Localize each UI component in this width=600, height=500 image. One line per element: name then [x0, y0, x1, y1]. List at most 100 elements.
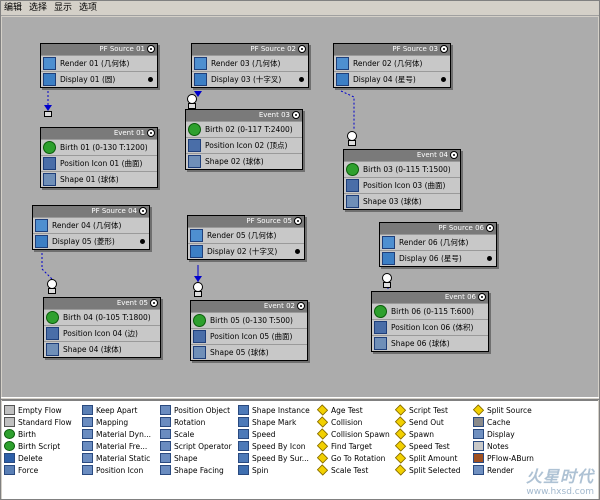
render-operator[interactable]: Render 01 (几何体): [41, 55, 157, 71]
depot-operator[interactable]: Find Target: [316, 440, 390, 452]
event-node[interactable]: Event 02 Birth 05 (0-130 T:500) Position…: [190, 300, 308, 361]
shape-operator[interactable]: Shape 02 (球体): [186, 153, 302, 169]
depot-operator[interactable]: Age Test: [316, 404, 390, 416]
pf-source-node[interactable]: PF Source 04 Render 04 (几何体) Display 05 …: [32, 205, 150, 250]
birth-operator[interactable]: Birth 06 (0-115 T:600): [372, 303, 488, 319]
wire-source01-event01[interactable]: [44, 91, 52, 111]
depot-operator[interactable]: Spawn: [394, 428, 461, 440]
depot-operator[interactable]: Speed By Icon: [238, 440, 310, 452]
shape-operator[interactable]: Shape 03 (球体): [344, 193, 460, 209]
depot-operator[interactable]: Send Out: [394, 416, 461, 428]
depot-operator[interactable]: Display: [473, 428, 534, 440]
pin-icon[interactable]: [440, 45, 448, 53]
display-operator[interactable]: Display 01 (圆): [41, 71, 157, 87]
pin-icon[interactable]: [150, 299, 158, 307]
depot-operator[interactable]: Rotation: [160, 416, 232, 428]
birth-operator[interactable]: Birth 01 (0-130 T:1200): [41, 139, 157, 155]
depot-operator[interactable]: Standard Flow: [4, 416, 72, 428]
pin-icon[interactable]: [478, 293, 486, 301]
depot-operator[interactable]: Delete: [4, 452, 72, 464]
display-operator[interactable]: Display 04 (星号): [334, 71, 450, 87]
birth-operator[interactable]: Birth 02 (0-117 T:2400): [186, 121, 302, 137]
display-operator[interactable]: Display 05 (菱形): [33, 233, 149, 249]
pf-source-node[interactable]: PF Source 02 Render 03 (几何体) Display 03 …: [191, 43, 309, 88]
depot-operator[interactable]: Scale: [160, 428, 232, 440]
depot-operator[interactable]: Notes: [473, 440, 534, 452]
menu-select[interactable]: 选择: [29, 1, 47, 16]
display-operator[interactable]: Display 06 (星号): [380, 250, 496, 266]
render-operator[interactable]: Render 03 (几何体): [192, 55, 308, 71]
position-icon-operator[interactable]: Position Icon 01 (曲面): [41, 155, 157, 171]
depot-operator[interactable]: Shape Instance: [238, 404, 310, 416]
display-operator[interactable]: Display 02 (十字叉): [188, 243, 304, 259]
render-operator[interactable]: Render 05 (几何体): [188, 227, 304, 243]
pin-icon[interactable]: [298, 45, 306, 53]
depot-operator[interactable]: Material Dyn...: [82, 428, 151, 440]
position-icon-operator[interactable]: Position Icon 04 (边): [44, 325, 160, 341]
pin-icon[interactable]: [147, 45, 155, 53]
render-operator[interactable]: Render 02 (几何体): [334, 55, 450, 71]
position-icon-operator[interactable]: Position Icon 02 (顶点): [186, 137, 302, 153]
render-operator[interactable]: Render 04 (几何体): [33, 217, 149, 233]
pin-icon[interactable]: [292, 111, 300, 119]
shape-operator[interactable]: Shape 01 (球体): [41, 171, 157, 187]
depot-operator[interactable]: Collision: [316, 416, 390, 428]
depot-operator[interactable]: Shape: [160, 452, 232, 464]
birth-operator[interactable]: Birth 05 (0-130 T:500): [191, 312, 307, 328]
depot-operator[interactable]: Position Object: [160, 404, 232, 416]
event-node[interactable]: Event 03 Birth 02 (0-117 T:2400) Positio…: [185, 109, 303, 170]
depot-operator[interactable]: Birth: [4, 428, 72, 440]
menu-edit[interactable]: 编辑: [4, 1, 22, 16]
depot-operator[interactable]: PFlow-ABurn: [473, 452, 534, 464]
pin-icon[interactable]: [450, 151, 458, 159]
depot-operator[interactable]: Mapping: [82, 416, 151, 428]
pin-icon[interactable]: [139, 207, 147, 215]
pf-source-node[interactable]: PF Source 06 Render 06 (几何体) Display 06 …: [379, 222, 497, 267]
depot-operator[interactable]: Empty Flow: [4, 404, 72, 416]
depot-operator[interactable]: Material Static: [82, 452, 151, 464]
depot-operator[interactable]: Speed By Sur...: [238, 452, 310, 464]
pin-icon[interactable]: [294, 217, 302, 225]
depot-operator[interactable]: Shape Mark: [238, 416, 310, 428]
depot-operator[interactable]: Scale Test: [316, 464, 390, 476]
shape-operator[interactable]: Shape 06 (球体): [372, 335, 488, 351]
pin-icon[interactable]: [486, 224, 494, 232]
shape-operator[interactable]: Shape 05 (球体): [191, 344, 307, 360]
pf-source-node[interactable]: PF Source 03 Render 02 (几何体) Display 04 …: [333, 43, 451, 88]
menu-options[interactable]: 选项: [79, 1, 97, 16]
event-node[interactable]: Event 05 Birth 04 (0-105 T:1800) Positio…: [43, 297, 161, 358]
render-operator[interactable]: Render 06 (几何体): [380, 234, 496, 250]
position-icon-operator[interactable]: Position Icon 06 (体积): [372, 319, 488, 335]
depot-operator[interactable]: Birth Script: [4, 440, 72, 452]
wire-source05-event02[interactable]: [194, 265, 202, 283]
shape-operator[interactable]: Shape 04 (球体): [44, 341, 160, 357]
pin-icon[interactable]: [147, 129, 155, 137]
event-node[interactable]: Event 04 Birth 03 (0-115 T:1500) Positio…: [343, 149, 461, 210]
pf-source-node[interactable]: PF Source 05 Render 05 (几何体) Display 02 …: [187, 215, 305, 260]
pin-icon[interactable]: [297, 302, 305, 310]
event-node[interactable]: Event 01 Birth 01 (0-130 T:1200) Positio…: [40, 127, 158, 188]
depot-operator[interactable]: Script Test: [394, 404, 461, 416]
depot-operator[interactable]: Shape Facing: [160, 464, 232, 476]
depot-operator[interactable]: Script Operator: [160, 440, 232, 452]
depot-operator[interactable]: Material Fre...: [82, 440, 151, 452]
event-node[interactable]: Event 06 Birth 06 (0-115 T:600) Position…: [371, 291, 489, 352]
wire-source03-event04[interactable]: [340, 90, 355, 129]
wire-source04-event05[interactable]: [41, 253, 53, 280]
pf-source-node[interactable]: PF Source 01 Render 01 (几何体) Display 01 …: [40, 43, 158, 88]
menu-display[interactable]: 显示: [54, 1, 72, 16]
position-icon-operator[interactable]: Position Icon 05 (曲面): [191, 328, 307, 344]
event-display-canvas[interactable]: PF Source 01 Render 01 (几何体) Display 01 …: [2, 17, 598, 397]
depot-operator[interactable]: Force: [4, 464, 72, 476]
depot-operator[interactable]: Cache: [473, 416, 534, 428]
depot-operator[interactable]: Speed Test: [394, 440, 461, 452]
depot-operator[interactable]: Render: [473, 464, 534, 476]
depot-operator[interactable]: Keep Apart: [82, 404, 151, 416]
depot-operator[interactable]: Split Selected: [394, 464, 461, 476]
depot-operator[interactable]: Collision Spawn: [316, 428, 390, 440]
birth-operator[interactable]: Birth 03 (0-115 T:1500): [344, 161, 460, 177]
depot-operator[interactable]: Split Source: [472, 404, 534, 416]
birth-operator[interactable]: Birth 04 (0-105 T:1800): [44, 309, 160, 325]
depot-operator[interactable]: Split Amount: [394, 452, 461, 464]
depot-operator[interactable]: Go To Rotation: [316, 452, 390, 464]
